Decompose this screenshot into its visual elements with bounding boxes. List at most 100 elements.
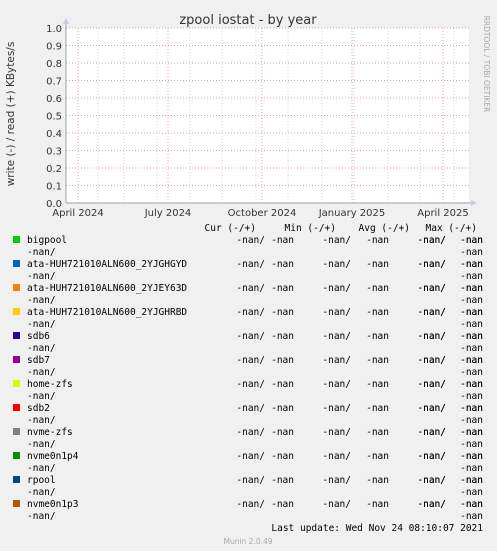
y-tick-label: 0.3 — [46, 147, 62, 158]
legend-series-name: sdb7 — [27, 355, 50, 366]
legend-value: -nan/ — [417, 355, 446, 366]
legend-value: -nan — [271, 427, 294, 438]
legend-swatch — [13, 356, 20, 363]
last-update: Last update: Wed Nov 24 08:10:07 2021 — [271, 523, 483, 534]
legend-value: -nan — [460, 235, 483, 246]
legend-series-name: bigpool — [27, 235, 67, 246]
legend-header: Max (-/+) — [426, 223, 477, 234]
x-axis-arrow — [471, 200, 477, 206]
legend-read-value: -nan — [460, 295, 483, 306]
legend-value: -nan — [366, 427, 389, 438]
y-tick-label: 0.8 — [46, 59, 62, 70]
legend-swatch — [13, 236, 20, 243]
legend-value: -nan/ — [236, 283, 265, 294]
legend-value: -nan — [271, 235, 294, 246]
rrdtool-side-label: RRDTOOL / TOBI OETIKER — [482, 16, 491, 113]
legend-value: -nan — [460, 355, 483, 366]
chart-title: zpool iostat - by year — [179, 13, 317, 28]
legend-value: -nan/ — [236, 427, 265, 438]
legend-header: Avg (-/+) — [359, 223, 410, 234]
legend-value: -nan/ — [236, 307, 265, 318]
legend-value: -nan/ — [236, 259, 265, 270]
legend-write-value: -nan/ — [27, 511, 56, 522]
legend-value: -nan/ — [322, 475, 351, 486]
legend-series-name: ata-HUH721010ALN600_2YJGHGYD — [27, 259, 187, 270]
legend-value: -nan — [366, 307, 389, 318]
legend-value: -nan — [460, 259, 483, 270]
legend-swatch — [13, 404, 20, 411]
legend-value: -nan — [366, 355, 389, 366]
x-tick-label: April 2024 — [52, 208, 103, 219]
legend-value: -nan — [271, 259, 294, 270]
legend-read-value: -nan — [460, 391, 483, 402]
legend-series-name: nvme0n1p3 — [27, 499, 78, 510]
legend-value: -nan — [460, 331, 483, 342]
plot-area: 0.00.10.20.30.40.50.60.70.80.91.0April 2… — [46, 18, 477, 219]
y-tick-label: 0.2 — [46, 164, 62, 175]
y-tick-label: 0.5 — [46, 112, 62, 123]
legend-value: -nan/ — [322, 259, 351, 270]
legend-series-name: home-zfs — [27, 379, 73, 390]
legend-value: -nan/ — [322, 235, 351, 246]
legend-value: -nan — [366, 403, 389, 414]
legend-value: -nan/ — [236, 355, 265, 366]
legend-value: -nan/ — [417, 307, 446, 318]
legend-value: -nan/ — [236, 379, 265, 390]
legend-read-value: -nan — [460, 439, 483, 450]
legend-read-value: -nan — [460, 247, 483, 258]
legend-header: Min (-/+) — [285, 223, 336, 234]
legend-swatch — [13, 452, 20, 459]
legend-series-name: rpool — [27, 475, 56, 486]
legend-swatch — [13, 500, 20, 507]
legend-value: -nan — [271, 331, 294, 342]
legend-write-value: -nan/ — [27, 247, 56, 258]
legend-value: -nan — [366, 451, 389, 462]
legend-value: -nan — [271, 499, 294, 510]
legend-value: -nan — [271, 475, 294, 486]
legend-value: -nan/ — [417, 451, 446, 462]
munin-version: Munin 2.0.49 — [223, 537, 272, 546]
legend: Cur (-/+) Min (-/+) Avg (-/+) Max (-/+) bigp… — [13, 223, 483, 522]
legend-value: -nan/ — [417, 331, 446, 342]
legend-series-name: sdb2 — [27, 403, 50, 414]
legend-swatch — [13, 284, 20, 291]
legend-value: -nan/ — [236, 235, 265, 246]
legend-value: -nan — [366, 499, 389, 510]
legend-value: -nan/ — [322, 427, 351, 438]
legend-write-value: -nan/ — [27, 487, 56, 498]
x-tick-label: April 2025 — [417, 208, 468, 219]
y-tick-label: 0.1 — [46, 182, 62, 193]
legend-value: -nan — [271, 451, 294, 462]
legend-value: -nan — [366, 475, 389, 486]
y-tick-label: 0.4 — [46, 129, 62, 140]
y-tick-label: 0.6 — [46, 94, 62, 105]
legend-read-value: -nan — [460, 343, 483, 354]
legend-value: -nan/ — [417, 379, 446, 390]
legend-value: -nan/ — [417, 235, 446, 246]
legend-value: -nan/ — [417, 403, 446, 414]
legend-read-value: -nan — [460, 271, 483, 282]
legend-write-value: -nan/ — [27, 463, 56, 474]
legend-value: -nan/ — [236, 331, 265, 342]
legend-value: -nan — [366, 379, 389, 390]
legend-value: -nan — [271, 379, 294, 390]
legend-value: -nan/ — [417, 427, 446, 438]
legend-value: -nan — [460, 283, 483, 294]
legend-value: -nan — [366, 331, 389, 342]
x-tick-label: October 2024 — [228, 208, 297, 219]
legend-value: -nan — [460, 379, 483, 390]
legend-value: -nan — [366, 259, 389, 270]
x-tick-label: January 2025 — [318, 208, 386, 219]
legend-value: -nan/ — [236, 499, 265, 510]
legend-value: -nan — [366, 235, 389, 246]
legend-value: -nan/ — [236, 475, 265, 486]
legend-swatch — [13, 260, 20, 267]
legend-value: -nan/ — [322, 307, 351, 318]
legend-value: -nan/ — [417, 259, 446, 270]
legend-value: -nan/ — [417, 283, 446, 294]
legend-read-value: -nan — [460, 463, 483, 474]
legend-read-value: -nan — [460, 511, 483, 522]
legend-swatch — [13, 308, 20, 315]
legend-header: Cur (-/+) — [205, 223, 256, 234]
legend-read-value: -nan — [460, 487, 483, 498]
